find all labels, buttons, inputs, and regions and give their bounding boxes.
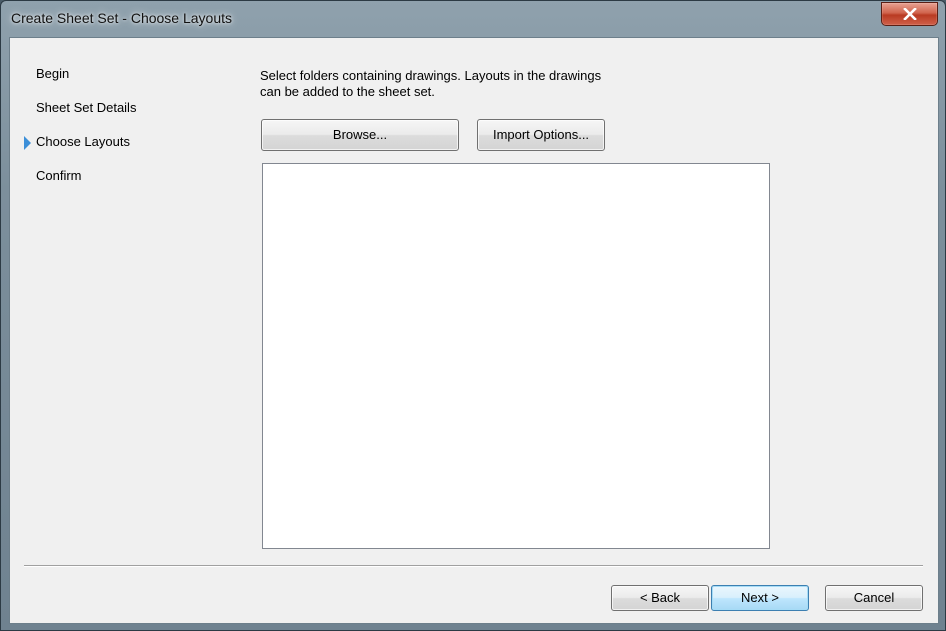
drawings-list-box[interactable] xyxy=(262,163,770,549)
dialog-window: Create Sheet Set - Choose Layouts Begin … xyxy=(0,0,946,631)
close-button[interactable] xyxy=(881,2,938,26)
wizard-steps-nav: Begin Sheet Set Details Choose Layouts C… xyxy=(10,38,240,238)
title-bar[interactable]: Create Sheet Set - Choose Layouts xyxy=(1,1,945,37)
cancel-button[interactable]: Cancel xyxy=(825,585,923,611)
next-button[interactable]: Next > xyxy=(711,585,809,611)
footer-separator xyxy=(24,565,923,567)
close-icon xyxy=(903,8,917,20)
nav-step-begin[interactable]: Begin xyxy=(36,66,69,81)
instructions-line-2: can be added to the sheet set. xyxy=(260,84,435,99)
instructions-text: Select folders containing drawings. Layo… xyxy=(260,68,640,100)
nav-step-confirm[interactable]: Confirm xyxy=(36,168,82,183)
dialog-client-area: Begin Sheet Set Details Choose Layouts C… xyxy=(9,37,939,624)
nav-step-choose-layouts[interactable]: Choose Layouts xyxy=(36,134,130,149)
window-title: Create Sheet Set - Choose Layouts xyxy=(11,10,233,26)
nav-step-sheet-set-details[interactable]: Sheet Set Details xyxy=(36,100,136,115)
browse-button[interactable]: Browse... xyxy=(261,119,459,151)
import-options-button[interactable]: Import Options... xyxy=(477,119,605,151)
instructions-line-1: Select folders containing drawings. Layo… xyxy=(260,68,602,83)
back-button[interactable]: < Back xyxy=(611,585,709,611)
triangle-right-icon xyxy=(24,136,31,150)
